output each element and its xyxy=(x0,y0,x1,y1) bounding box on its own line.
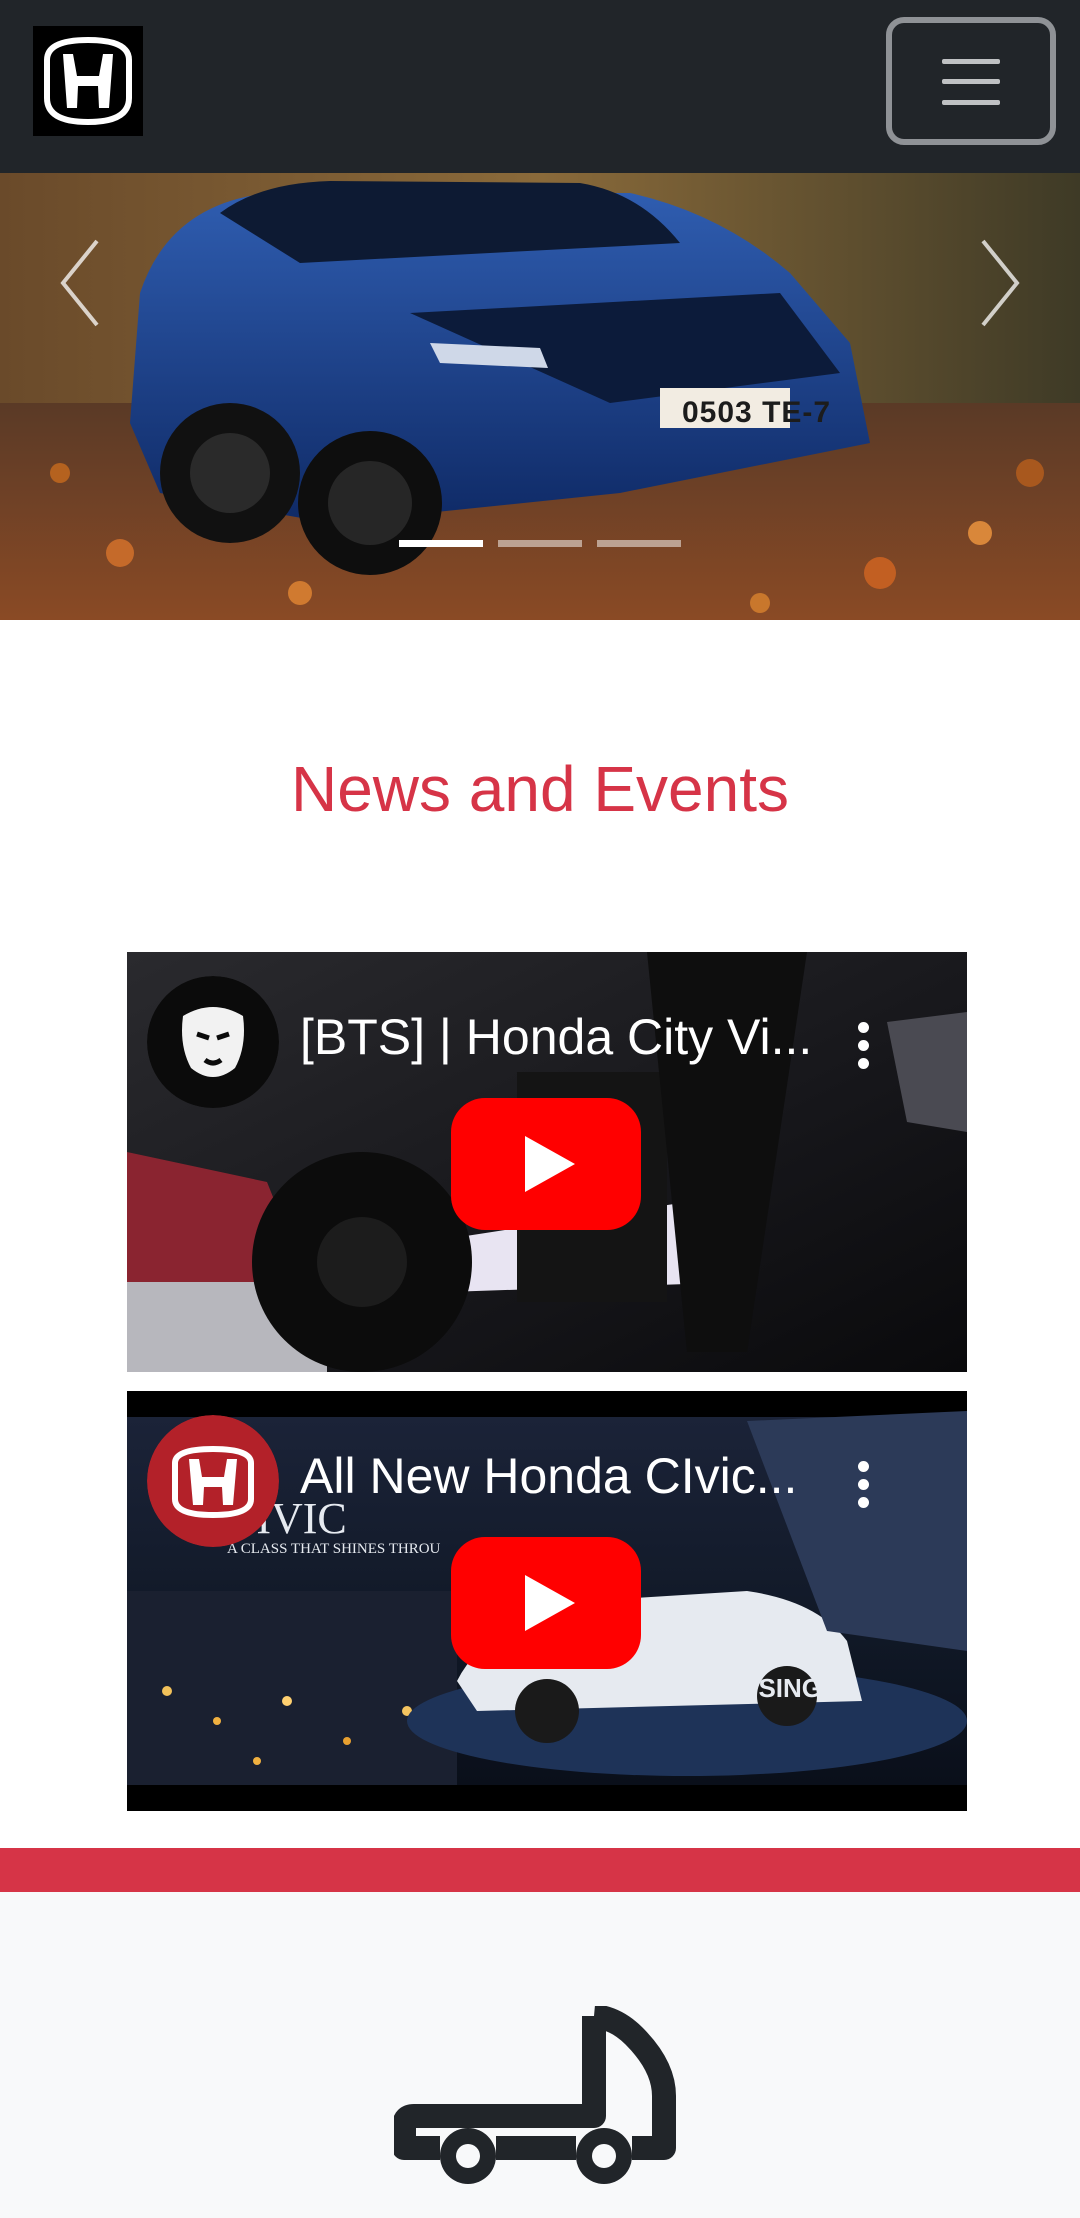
video-play-button-1[interactable] xyxy=(451,1098,641,1230)
carousel-indicators xyxy=(0,540,1080,548)
carousel-prev-button[interactable] xyxy=(45,223,115,343)
more-vertical-icon[interactable] xyxy=(853,1461,873,1511)
carousel-indicator-2[interactable] xyxy=(498,540,582,547)
section-title: News and Events xyxy=(290,753,790,825)
hamburger-menu-icon xyxy=(942,59,1000,64)
hamburger-bar xyxy=(942,100,1000,105)
chevron-left-icon xyxy=(60,239,99,327)
carousel-indicator-1[interactable] xyxy=(399,540,483,547)
carousel-next-button[interactable] xyxy=(965,223,1035,343)
channel-avatar-1[interactable] xyxy=(147,976,279,1108)
youtube-play-icon xyxy=(451,1537,641,1669)
top-navbar xyxy=(0,0,1080,173)
svg-text:SENSING: SENSING xyxy=(705,1673,822,1703)
carousel-indicator-3[interactable] xyxy=(597,540,681,547)
more-vertical-icon[interactable] xyxy=(853,1022,873,1072)
video-title-1[interactable]: [BTS] | Honda City Vi... xyxy=(300,1008,812,1066)
honda-h-logo-icon[interactable] xyxy=(33,26,143,136)
truck-icon xyxy=(394,2006,688,2206)
youtube-play-icon xyxy=(451,1098,641,1230)
video-embed-2[interactable]: SENSING CIVIC A CLASS THAT SHINES THROU … xyxy=(127,1391,967,1811)
video-play-button-2[interactable] xyxy=(451,1537,641,1669)
hamburger-bar xyxy=(942,79,1000,84)
features-section xyxy=(0,1892,1080,2218)
video-title-2[interactable]: All New Honda CIvic... xyxy=(300,1447,797,1505)
chevron-right-icon xyxy=(981,239,1020,327)
hero-car-image xyxy=(0,173,1080,620)
license-plate-text: 0503 TE-7 xyxy=(682,396,832,429)
menu-toggle-button[interactable] xyxy=(886,17,1056,145)
lion-head-icon xyxy=(147,976,279,1108)
video-embed-1[interactable]: [BTS] | Honda City Vi... xyxy=(127,952,967,1372)
channel-avatar-2[interactable] xyxy=(147,1415,279,1547)
hero-carousel: 0503 TE-7 xyxy=(0,173,1080,620)
section-divider-band xyxy=(0,1848,1080,1892)
honda-h-logo-icon xyxy=(147,1415,279,1547)
svg-text:A CLASS THAT SHINES THROU: A CLASS THAT SHINES THROU xyxy=(227,1541,441,1557)
